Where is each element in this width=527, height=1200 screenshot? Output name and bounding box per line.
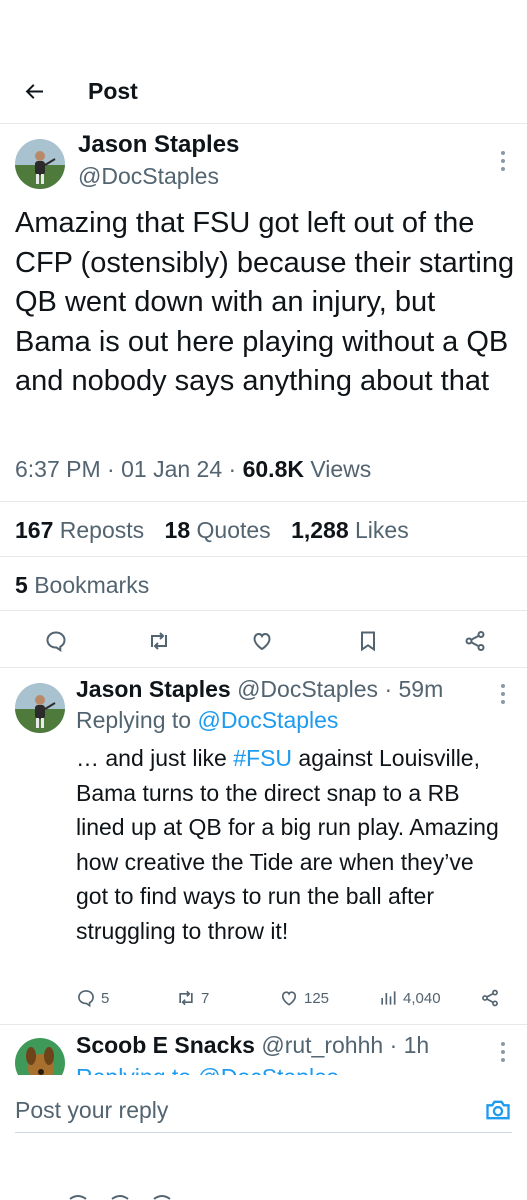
reply-views[interactable]: 4,040: [378, 988, 441, 1008]
share-button[interactable]: [461, 627, 489, 655]
reply-share-button[interactable]: [480, 988, 500, 1008]
share-icon: [465, 631, 485, 651]
views-count: 60.8K: [242, 456, 304, 482]
reply-repost-button[interactable]: 7: [176, 988, 209, 1008]
reply-button[interactable]: [42, 627, 70, 655]
avatar[interactable]: [15, 683, 65, 733]
more-vertical-icon[interactable]: [495, 682, 511, 706]
heart-icon: [253, 632, 271, 651]
views-label: Views: [310, 456, 372, 482]
reply-composer: Post your reply: [0, 1075, 527, 1200]
reply-action-bar: 5 7 125 4,040: [76, 988, 506, 1016]
repost-button[interactable]: [145, 627, 173, 655]
post-time: 6:37 PM: [15, 456, 101, 482]
more-vertical-icon[interactable]: [495, 149, 511, 173]
like-button[interactable]: [248, 627, 276, 655]
comment-icon: [78, 990, 94, 1008]
author-handle[interactable]: @DocStaples: [78, 163, 219, 190]
share-icon: [482, 989, 498, 1007]
camera-icon: [486, 1100, 510, 1120]
top-bar: Post: [0, 60, 527, 124]
post-date: 01 Jan 24: [121, 456, 223, 482]
reply-age: 59m: [398, 676, 444, 702]
replying-to: Replying to @DocStaples: [76, 707, 339, 733]
back-button[interactable]: [18, 74, 52, 108]
reply-input[interactable]: Post your reply: [15, 1097, 168, 1124]
bookmarks-row: 5 Bookmarks: [0, 556, 527, 610]
bookmarks-stat[interactable]: 5 Bookmarks: [15, 572, 149, 598]
engagement-stats: 167 Reposts 18 Quotes 1,288 Likes: [0, 501, 527, 556]
reply-header: Jason Staples @DocStaples · 59m: [76, 676, 444, 702]
reposts-stat[interactable]: 167 Reposts: [15, 517, 144, 543]
reply-reply-button[interactable]: 5: [76, 988, 109, 1008]
arrow-left-icon: [25, 84, 43, 99]
reply-like-button[interactable]: 125: [279, 988, 329, 1008]
heart-icon: [281, 991, 297, 1006]
reply2-header: Scoob E Snacks @rut_rohhh · 1h: [76, 1032, 430, 1058]
bookmark-button[interactable]: [354, 627, 382, 655]
reply2-age: 1h: [403, 1032, 430, 1058]
hashtag-link[interactable]: #FSU: [233, 745, 292, 771]
bar-chart-icon: [381, 991, 396, 1005]
composer-underline: [15, 1132, 512, 1133]
author-name[interactable]: Jason Staples: [78, 131, 239, 159]
reply2-author-name[interactable]: Scoob E Snacks: [76, 1032, 255, 1058]
camera-button[interactable]: [484, 1096, 512, 1124]
reply-author-name[interactable]: Jason Staples: [76, 676, 231, 702]
reply2-author-handle[interactable]: @rut_rohhh: [261, 1032, 383, 1058]
more-vertical-icon[interactable]: [495, 1040, 511, 1064]
repost-icon: [179, 990, 193, 1006]
quotes-stat[interactable]: 18 Quotes: [165, 517, 271, 543]
replying-to-link[interactable]: @DocStaples: [197, 707, 338, 733]
avatar[interactable]: [15, 139, 65, 189]
comment-icon: [46, 631, 66, 652]
bookmark-icon: [361, 631, 375, 652]
likes-stat[interactable]: 1,288 Likes: [291, 517, 409, 543]
reply-text: … and just like #FSU against Louisville,…: [76, 745, 499, 944]
page-title: Post: [88, 78, 138, 104]
reply-author-handle[interactable]: @DocStaples: [237, 676, 378, 702]
keyboard-edge: [60, 1188, 190, 1200]
post-text: Amazing that FSU got left out of the CFP…: [15, 207, 515, 397]
post-action-bar: [0, 610, 527, 668]
divider: [0, 1024, 527, 1025]
post-meta: 6:37 PM · 01 Jan 24 · 60.8K Views: [15, 456, 372, 482]
repost-icon: [151, 632, 167, 650]
